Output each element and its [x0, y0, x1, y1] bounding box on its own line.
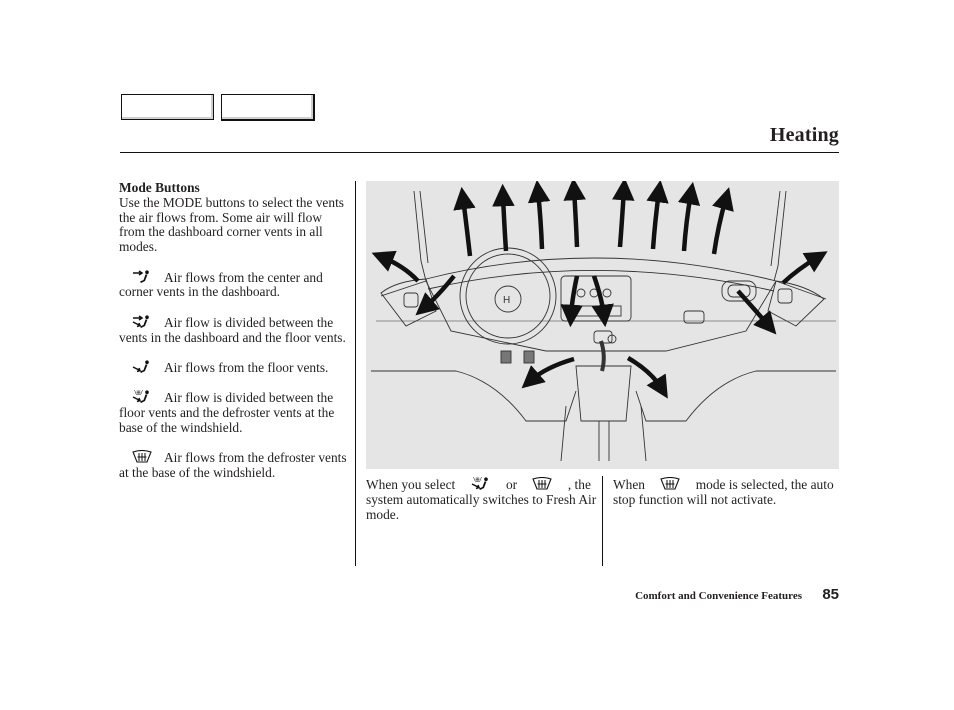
gear-shifter	[599, 340, 606, 372]
section-heading: Mode Buttons	[119, 180, 200, 195]
defrost-mode-icon	[660, 477, 680, 490]
left-a-pillar	[413, 190, 427, 282]
defrost-mode-icon	[132, 450, 152, 463]
airflow-arrow	[521, 356, 575, 389]
airflow-arrow	[677, 181, 701, 252]
mode-description: Air flow is divided between the floor ve…	[119, 390, 335, 435]
airflow-arrow	[415, 274, 456, 316]
dashboard-airflow-illustration: H	[366, 177, 839, 469]
defrost-mode-icon	[532, 477, 553, 490]
airflow-arrow	[711, 187, 734, 255]
right-a-pillar	[773, 190, 787, 282]
airflow-arrows	[371, 177, 828, 399]
auto-stop-note: When mode is selected, the auto stop fun…	[613, 477, 834, 507]
airflow-arrow	[453, 186, 476, 257]
mode-description: Air flow is divided between the vents in…	[119, 314, 346, 345]
intro-paragraph: Use the MODE buttons to select the vents…	[119, 194, 344, 255]
mode-buttons-section: Mode Buttons Use the MODE buttons to sel…	[119, 180, 347, 496]
page-number: 85	[822, 586, 839, 603]
airflow-arrow	[646, 179, 669, 250]
footer-section-name: Comfort and Convenience Features	[635, 590, 802, 602]
floor-defrost-mode-icon	[470, 477, 488, 490]
title-divider	[120, 152, 839, 153]
column-divider	[355, 181, 356, 566]
airflow-arrow	[612, 177, 635, 248]
mode-description: Air flows from the center and corner ven…	[119, 269, 323, 300]
floor-mode-icon	[132, 360, 149, 373]
svg-text:H: H	[503, 295, 510, 306]
mode-description: Air flows from the floor vents.	[119, 360, 347, 376]
nav-tab-2[interactable]	[221, 94, 315, 121]
airflow-arrow	[626, 356, 668, 399]
airflow-arrow	[781, 251, 828, 285]
dashboard-drawing: H	[371, 177, 836, 462]
page-title: Heating	[769, 124, 839, 146]
dashboard-top	[425, 257, 777, 282]
airflow-arrow	[492, 183, 515, 252]
airflow-arrow	[371, 250, 420, 283]
airflow-arrow	[563, 177, 586, 248]
bi-level-mode-icon	[132, 315, 149, 328]
vent-mode-icon	[132, 269, 149, 283]
airflow-arrow	[591, 275, 614, 328]
nav-tab-1[interactable]	[121, 94, 214, 120]
mode-description: Air flows from the defroster vents at th…	[119, 450, 347, 481]
fresh-air-note: When you select or , the system automati…	[366, 477, 597, 522]
airflow-arrow	[560, 275, 583, 328]
floor-defrost-mode-icon	[132, 390, 149, 404]
column-divider	[602, 476, 603, 566]
airflow-arrow	[527, 179, 551, 250]
